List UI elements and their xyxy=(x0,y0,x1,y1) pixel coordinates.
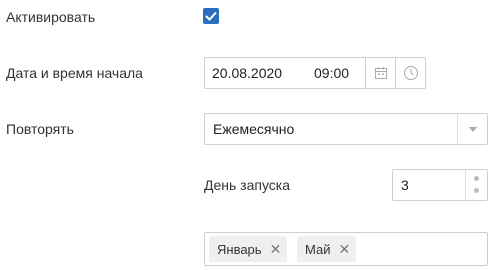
activate-label: Активировать xyxy=(6,9,96,25)
clock-button[interactable] xyxy=(395,58,425,88)
repeat-select[interactable]: Ежемесячно xyxy=(204,113,488,145)
repeat-dropdown-button[interactable] xyxy=(457,114,487,144)
repeat-label: Повторять xyxy=(6,121,74,137)
close-icon[interactable]: ✕ xyxy=(270,242,282,256)
month-tag-label: Май xyxy=(305,241,331,257)
start-day-label: День запуска xyxy=(204,177,291,193)
months-multiselect[interactable]: Январь ✕ Май ✕ xyxy=(204,232,488,266)
start-day-stepper[interactable]: 3 xyxy=(392,169,488,201)
chevron-down-icon xyxy=(468,126,477,132)
start-date-value[interactable]: 20.08.2020 xyxy=(212,65,282,81)
close-icon[interactable]: ✕ xyxy=(338,242,350,256)
month-tag: Май ✕ xyxy=(297,236,357,262)
calendar-button[interactable] xyxy=(365,58,395,88)
month-tag: Январь ✕ xyxy=(209,236,288,262)
start-datetime-field[interactable]: 20.08.2020 09:00 xyxy=(204,57,426,89)
start-datetime-label: Дата и время начала xyxy=(6,65,143,81)
decrement-icon[interactable] xyxy=(474,188,479,193)
calendar-icon xyxy=(374,67,387,79)
repeat-select-value: Ежемесячно xyxy=(213,121,295,137)
clock-icon xyxy=(403,66,418,80)
month-tag-label: Январь xyxy=(217,241,262,257)
activate-checkbox[interactable] xyxy=(203,8,219,24)
start-time-value[interactable]: 09:00 xyxy=(314,65,349,81)
checkmark-icon xyxy=(205,11,217,21)
stepper-buttons[interactable] xyxy=(465,170,487,200)
start-day-value[interactable]: 3 xyxy=(401,177,409,193)
increment-icon[interactable] xyxy=(474,176,479,181)
